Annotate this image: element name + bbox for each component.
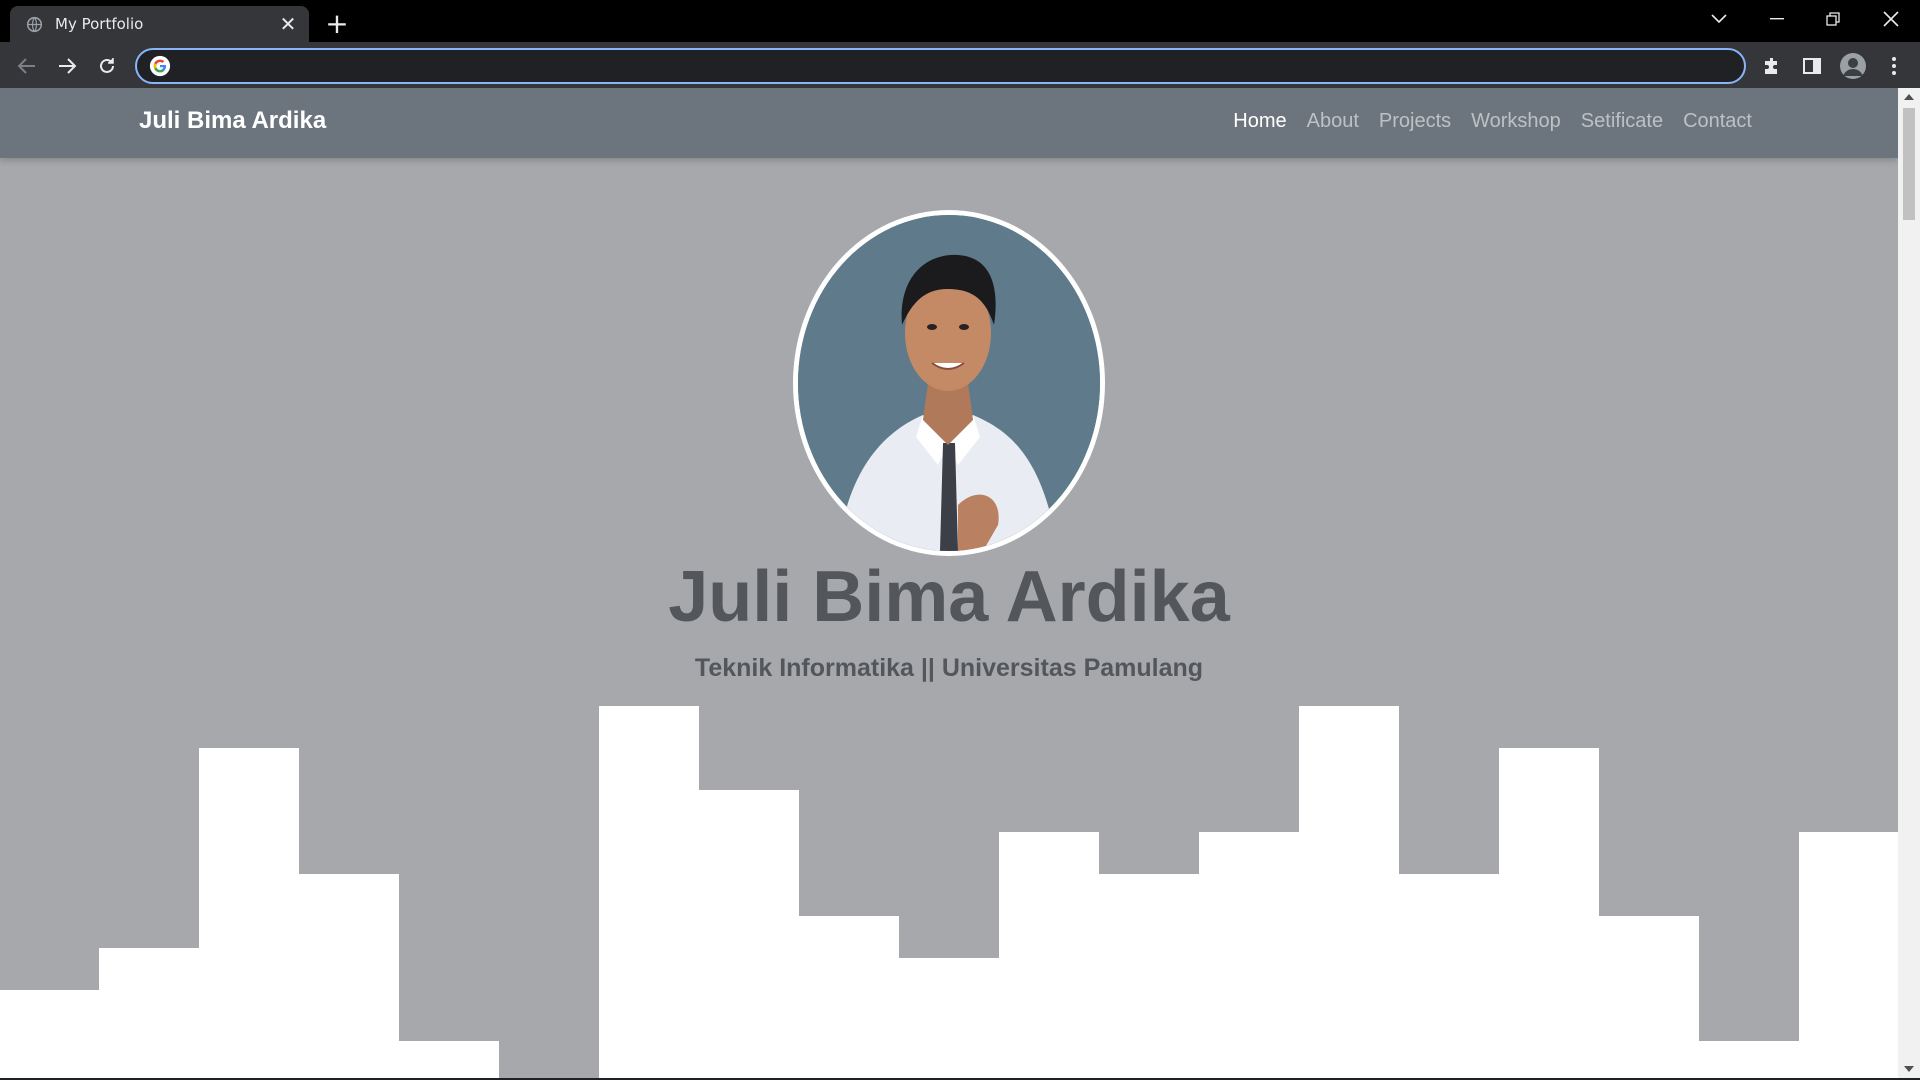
browser-tab[interactable]: My Portfolio ✕: [10, 6, 309, 42]
menu-kebab-icon[interactable]: [1878, 50, 1910, 82]
nav-workshop[interactable]: Workshop: [1471, 110, 1561, 133]
minimize-icon[interactable]: [1748, 0, 1806, 38]
profile-photo: [793, 210, 1105, 556]
side-panel-icon[interactable]: [1796, 50, 1828, 82]
reload-icon[interactable]: [91, 50, 123, 82]
hero-subtitle: Teknik Informatika || Universitas Pamula…: [694, 654, 1204, 682]
nav-contact[interactable]: Contact: [1683, 110, 1752, 133]
forward-icon[interactable]: [51, 50, 83, 82]
scroll-up-icon[interactable]: [1904, 94, 1914, 100]
restore-icon[interactable]: [1804, 0, 1862, 38]
page-viewport: Juli Bima Ardika Home About Projects Wor…: [0, 88, 1898, 1078]
close-window-icon[interactable]: [1862, 0, 1920, 38]
new-tab-icon[interactable]: +: [322, 7, 352, 40]
scroll-down-icon[interactable]: [1904, 1066, 1914, 1072]
address-input[interactable]: [181, 57, 1744, 75]
close-tab-icon[interactable]: ✕: [275, 11, 301, 37]
scrollbar-thumb[interactable]: [1903, 108, 1915, 220]
page-scrollbar[interactable]: [1898, 88, 1920, 1078]
site-navbar: Juli Bima Ardika Home About Projects Wor…: [0, 88, 1898, 158]
nav-home[interactable]: Home: [1233, 110, 1286, 133]
hero-name: Juli Bima Ardika: [668, 557, 1230, 637]
nav-projects[interactable]: Projects: [1379, 110, 1451, 133]
browser-toolbar: [0, 42, 1920, 88]
extensions-icon[interactable]: [1756, 50, 1788, 82]
back-icon[interactable]: [11, 50, 43, 82]
globe-icon: [26, 16, 43, 32]
site-brand[interactable]: Juli Bima Ardika: [139, 107, 326, 135]
nav-about[interactable]: About: [1307, 110, 1359, 133]
nav-links: Home About Projects Workshop Setificate …: [1233, 110, 1752, 133]
browser-tab-strip: My Portfolio ✕ +: [0, 0, 1920, 42]
profile-avatar-icon[interactable]: [1837, 50, 1869, 82]
nav-setificate[interactable]: Setificate: [1581, 110, 1663, 133]
tab-title: My Portfolio: [55, 15, 144, 33]
address-bar[interactable]: [135, 48, 1746, 84]
tab-search-icon[interactable]: [1690, 0, 1748, 38]
google-icon: [149, 55, 171, 77]
